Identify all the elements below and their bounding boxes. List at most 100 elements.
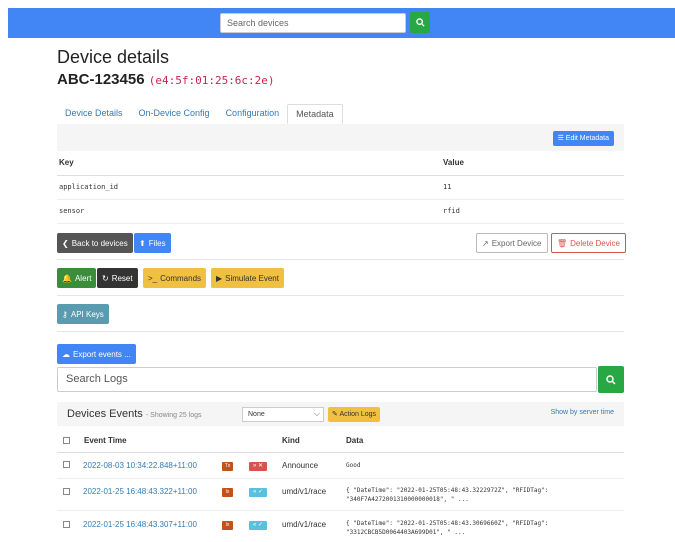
table-row: application_id 11: [57, 175, 624, 200]
files-button[interactable]: ⬆ Files: [134, 233, 171, 253]
event-data: { "DateTime": "2022-01-25T05:48:43.32229…: [346, 487, 549, 503]
device-search-input[interactable]: Search devices: [220, 13, 406, 33]
direction-badge: « ✓: [249, 521, 267, 530]
search-icon: [415, 18, 425, 27]
show-server-time-link[interactable]: Show by server time: [551, 409, 614, 416]
direction-badge: » ✕: [249, 462, 267, 471]
play-icon: ▶: [216, 273, 223, 283]
kind-header: Kind: [282, 436, 300, 445]
back-label: Back to devices: [71, 238, 128, 248]
reset-button[interactable]: ↻ Reset: [97, 268, 138, 288]
table-row: 2022-01-25 16:48:43.322+11:00 Ix « ✓ umd…: [57, 480, 624, 511]
events-table-header: Event Time Kind Data: [57, 433, 624, 453]
api-keys-label: API Keys: [70, 309, 104, 319]
row-checkbox[interactable]: [63, 521, 70, 528]
tab-on-device-config[interactable]: On-Device Config: [131, 104, 218, 124]
table-row: 2022-01-25 16:48:43.307+11:00 Ix « ✓ umd…: [57, 512, 624, 542]
chevron-left-icon: ❮: [62, 238, 69, 248]
top-navbar: Search devices: [8, 8, 675, 38]
search-icon: [606, 374, 616, 385]
bell-icon: 🔔: [62, 273, 72, 283]
events-panel-header: Devices Events - Showing 25 logs None ⌵ …: [57, 402, 624, 426]
direction-badge: « ✓: [249, 488, 267, 497]
export-events-label: Export events ...: [73, 349, 131, 359]
event-time-header: Event Time: [84, 436, 127, 445]
transport-badge: Tx: [222, 462, 233, 471]
alert-button[interactable]: 🔔 Alert: [57, 268, 97, 288]
export-device-label: Export Device: [491, 238, 542, 248]
cloud-icon: ☁: [62, 349, 70, 359]
row-checkbox[interactable]: [63, 461, 70, 468]
pencil-icon: ✎: [332, 411, 338, 418]
events-title: Devices Events - Showing 25 logs: [67, 408, 202, 420]
device-search-button[interactable]: [410, 12, 430, 33]
event-time-link[interactable]: 2022-08-03 10:34:22.848+11:00: [83, 461, 197, 470]
event-data: Good: [346, 462, 361, 469]
transport-badge: Ix: [222, 521, 233, 530]
commands-label: Commands: [160, 273, 202, 283]
simulate-event-button[interactable]: ▶ Simulate Event: [211, 268, 284, 288]
value-header: Value: [441, 151, 624, 176]
event-time-link[interactable]: 2022-01-25 16:48:43.322+11:00: [83, 487, 197, 496]
metadata-value: 11: [441, 175, 624, 200]
metadata-panel: ☰ Edit Metadata Key Value application_id…: [57, 124, 624, 224]
upload-icon: ⬆: [139, 238, 146, 248]
action-logs-label: Action Logs: [339, 411, 377, 418]
export-icon: ↗: [482, 238, 489, 248]
row-checkbox[interactable]: [63, 488, 70, 495]
export-device-button[interactable]: ↗ Export Device: [476, 233, 548, 253]
device-mac: (e4:5f:01:25:6c:2e): [148, 74, 275, 87]
delete-device-button[interactable]: 🗑 Delete Device: [551, 233, 626, 253]
reset-label: Reset: [111, 273, 133, 283]
key-header: Key: [57, 151, 441, 176]
action-logs-button[interactable]: ✎ Action Logs: [328, 407, 381, 422]
key-icon: ⚷: [62, 309, 68, 319]
divider: [57, 259, 624, 260]
chevron-down-icon: ⌵: [313, 409, 320, 418]
metadata-key: sensor: [57, 199, 441, 224]
export-events-button[interactable]: ☁ Export events ...: [57, 344, 136, 364]
delete-device-label: Delete Device: [570, 238, 620, 248]
event-kind: umd/v1/race: [282, 487, 327, 496]
transport-badge: Ix: [222, 488, 233, 497]
events-title-text: Devices Events: [67, 408, 143, 420]
back-to-devices-button[interactable]: ❮ Back to devices: [57, 233, 133, 253]
tab-configuration[interactable]: Configuration: [218, 104, 288, 124]
trash-icon: 🗑: [557, 238, 568, 248]
commands-button[interactable]: >_ Commands: [143, 268, 207, 288]
device-tabs: Device Details On-Device Config Configur…: [57, 104, 343, 124]
select-all-checkbox[interactable]: [63, 437, 70, 444]
metadata-value: rfid: [441, 199, 624, 224]
files-label: Files: [148, 238, 166, 248]
events-count: - Showing 25 logs: [145, 412, 202, 419]
event-kind: umd/v1/race: [282, 520, 327, 529]
table-row: sensor rfid: [57, 199, 624, 224]
simulate-label: Simulate Event: [225, 273, 279, 283]
divider: [57, 295, 624, 296]
metadata-table: Key Value application_id 11 sensor rfid: [57, 151, 624, 224]
search-logs-input[interactable]: Search Logs: [57, 367, 597, 392]
device-heading: ABC-123456 (e4:5f:01:25:6c:2e): [57, 71, 275, 88]
terminal-icon: >_: [148, 273, 158, 283]
tab-device-details[interactable]: Device Details: [57, 104, 131, 124]
table-row: 2022-08-03 10:34:22.848+11:00 Tx » ✕ Ann…: [57, 456, 624, 479]
device-name: ABC-123456: [57, 71, 145, 88]
refresh-icon: ↻: [102, 273, 109, 283]
event-time-link[interactable]: 2022-01-25 16:48:43.307+11:00: [83, 520, 197, 529]
tab-metadata[interactable]: Metadata: [287, 104, 343, 124]
data-header: Data: [346, 436, 364, 445]
log-filter-value: None: [248, 411, 265, 418]
divider: [57, 331, 624, 332]
alert-label: Alert: [74, 273, 92, 283]
list-icon: ☰: [557, 135, 564, 142]
log-filter-select[interactable]: None ⌵: [242, 407, 324, 422]
metadata-key: application_id: [57, 175, 441, 200]
api-keys-button[interactable]: ⚷ API Keys: [57, 304, 109, 324]
edit-metadata-button[interactable]: ☰ Edit Metadata: [552, 131, 614, 146]
event-data: { "DateTime": "2022-01-25T05:48:43.30696…: [346, 520, 549, 536]
search-logs-button[interactable]: [598, 366, 624, 393]
event-kind: Announce: [282, 461, 319, 470]
metadata-toolbar: ☰ Edit Metadata: [57, 124, 624, 151]
page-title: Device details: [57, 47, 170, 67]
edit-metadata-label: Edit Metadata: [565, 135, 609, 142]
